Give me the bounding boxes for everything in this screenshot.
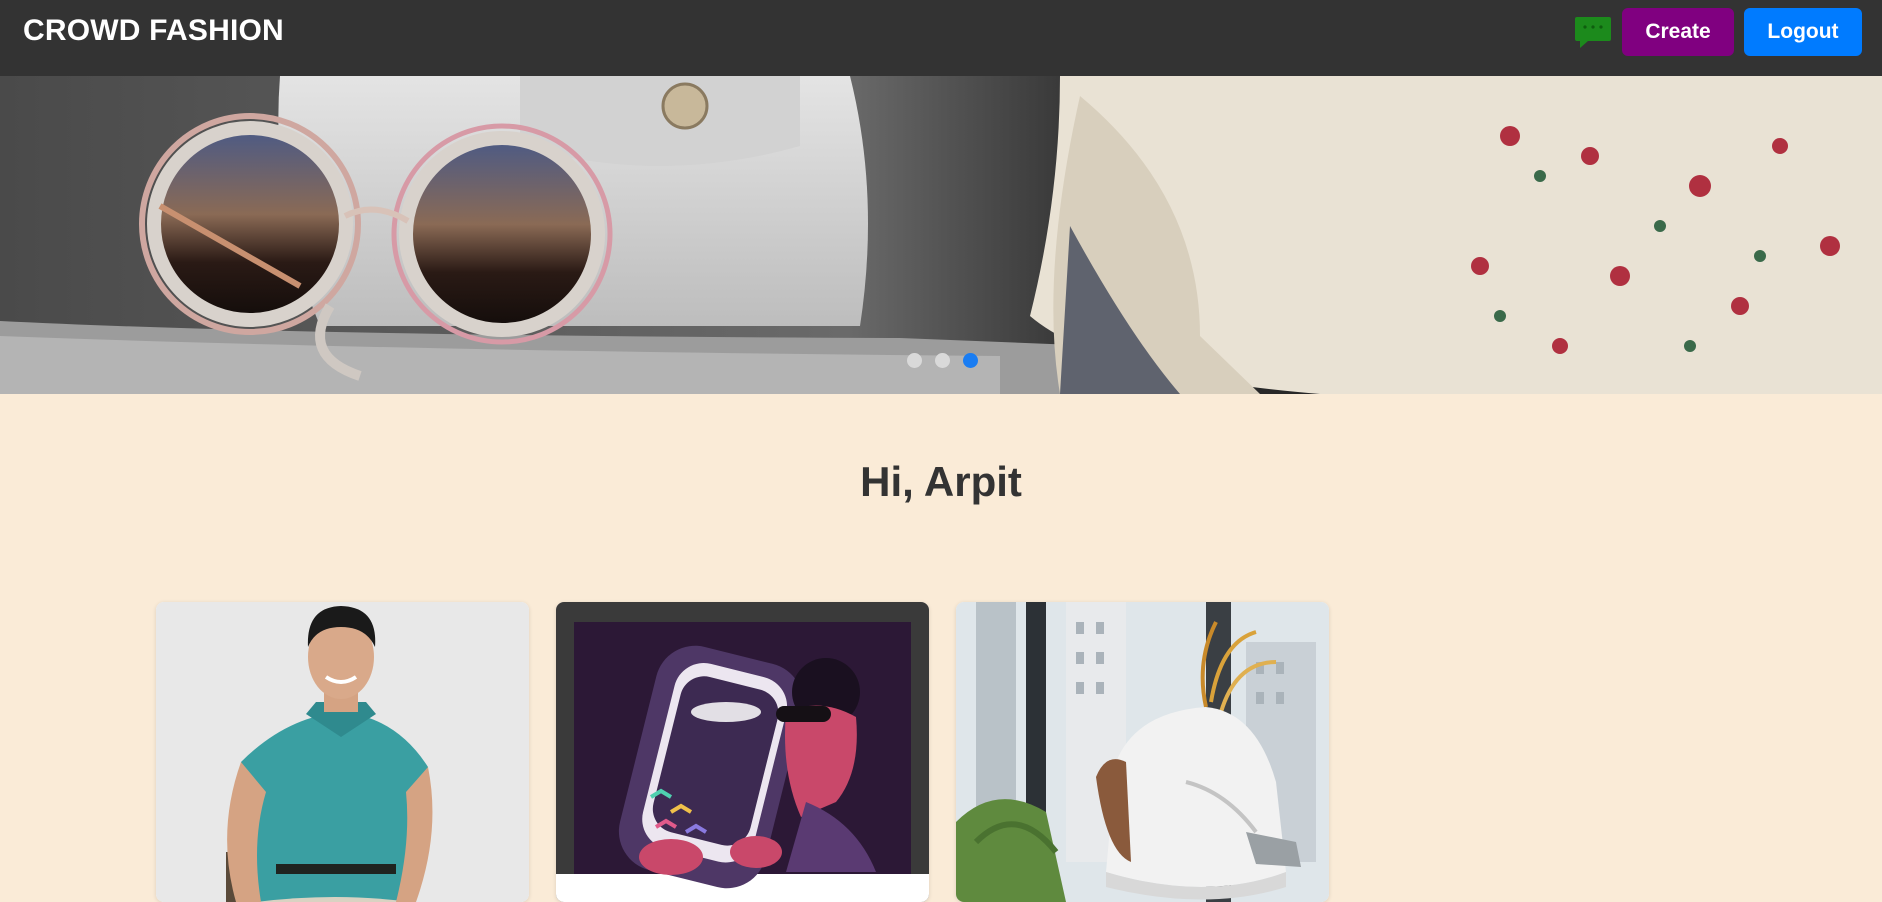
post-card[interactable]: [556, 602, 929, 902]
hero-slide-image: [0, 76, 1882, 394]
carousel-dot-3[interactable]: [963, 353, 978, 368]
post-card[interactable]: [156, 602, 529, 902]
brand-logo[interactable]: CROWD FASHION: [23, 14, 284, 48]
post-image: [956, 602, 1329, 902]
carousel-dot-1[interactable]: [907, 353, 922, 368]
hero-carousel: [0, 76, 1882, 394]
navbar: CROWD FASHION Create Logout: [0, 0, 1882, 76]
logout-button[interactable]: Logout: [1744, 8, 1862, 56]
post-card[interactable]: [956, 602, 1329, 902]
chat-bubble-icon[interactable]: [1574, 13, 1612, 51]
post-image: [556, 602, 929, 902]
carousel-indicators: [907, 353, 978, 368]
post-image: [156, 602, 529, 902]
greeting-heading: Hi, Arpit: [860, 458, 1022, 505]
carousel-dot-2[interactable]: [935, 353, 950, 368]
create-button[interactable]: Create: [1622, 8, 1734, 56]
